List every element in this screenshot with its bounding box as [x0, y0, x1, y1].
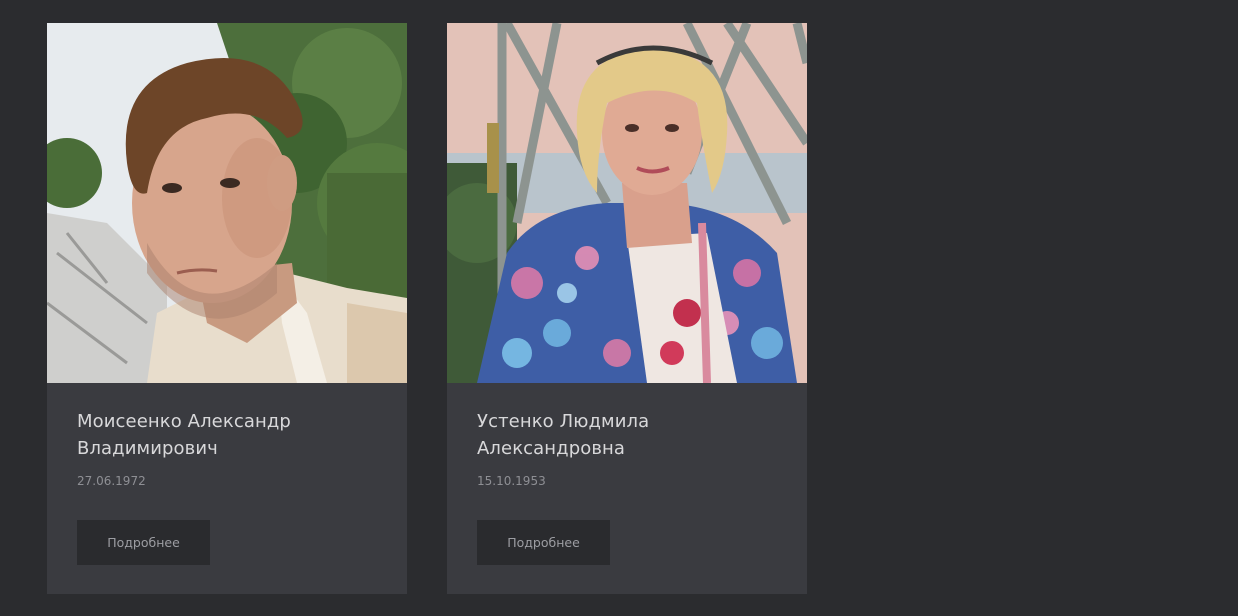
person-date: 15.10.1953: [477, 474, 546, 488]
details-button[interactable]: Подробнее: [77, 520, 210, 565]
portrait-photo-man: [47, 23, 407, 383]
person-info: Моисеенко Александр Владимирович 27.06.1…: [77, 408, 377, 488]
details-button[interactable]: Подробнее: [477, 520, 610, 565]
person-photo[interactable]: [47, 23, 407, 383]
person-date: 27.06.1972: [77, 474, 146, 488]
portrait-photo-woman: [447, 23, 807, 383]
person-card: Моисеенко Александр Владимирович 27.06.1…: [47, 23, 407, 594]
person-info: Устенко Людмила Александровна 15.10.1953: [477, 408, 777, 488]
person-card: Устенко Людмила Александровна 15.10.1953…: [447, 23, 807, 594]
person-name: Устенко Людмила Александровна: [477, 411, 650, 459]
person-name: Моисеенко Александр Владимирович: [77, 411, 291, 459]
person-photo[interactable]: [447, 23, 807, 383]
